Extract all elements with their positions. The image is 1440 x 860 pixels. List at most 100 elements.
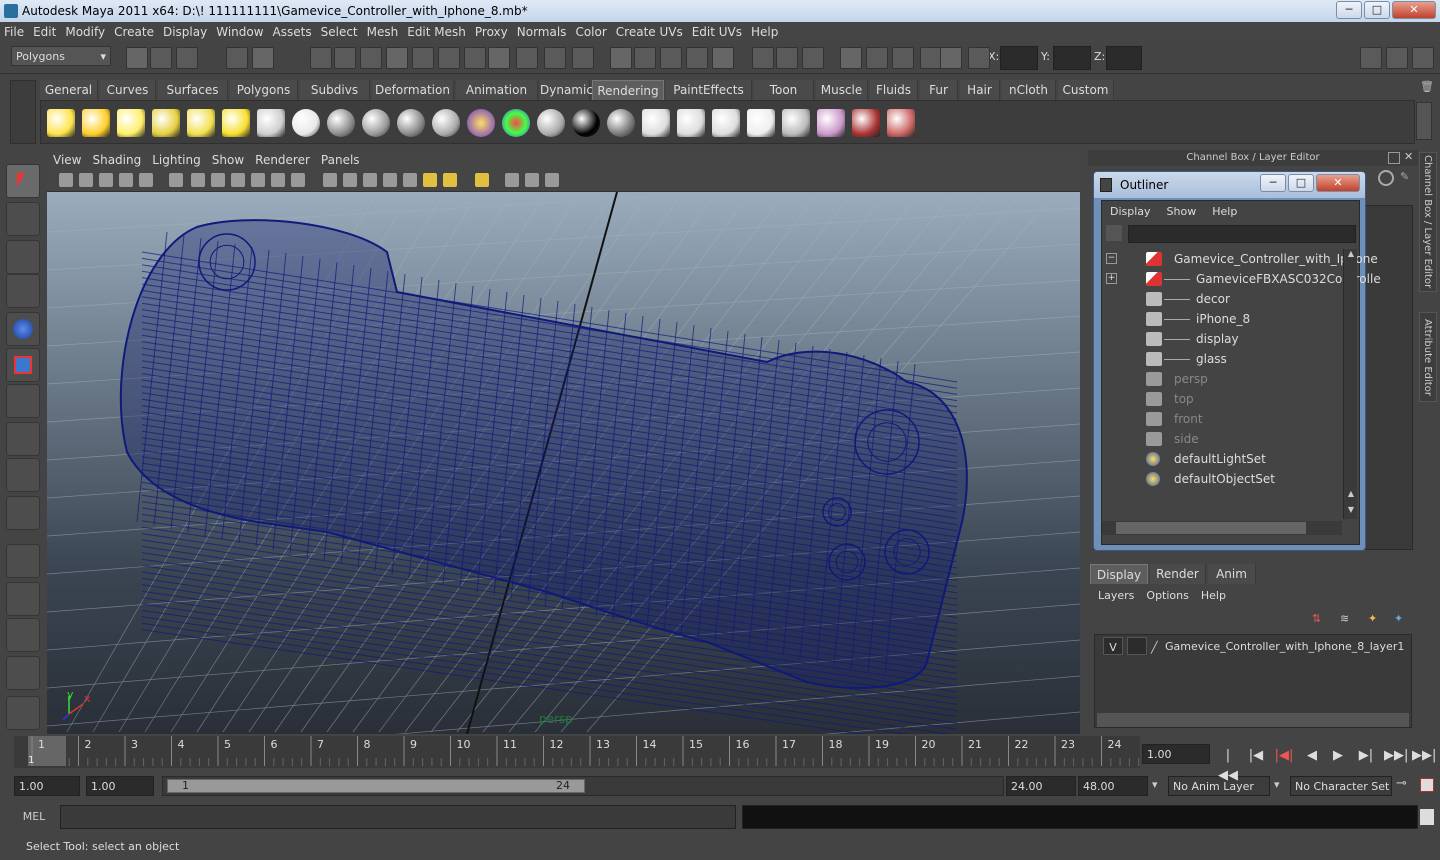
character-set-dropdown[interactable]: No Character Set (1290, 776, 1392, 796)
trash-icon[interactable]: 🗑 (1417, 80, 1437, 96)
layer-menu-layers[interactable]: Layers (1094, 586, 1142, 606)
playback-end-field[interactable]: 24.00 (1006, 776, 1076, 796)
outliner-hscroll[interactable] (1102, 521, 1342, 535)
status-tool-button-19[interactable] (660, 47, 682, 69)
shelf-tab-toon[interactable]: Toon (754, 80, 814, 100)
use-background-icon[interactable] (607, 109, 635, 137)
layer-row[interactable]: V ╱ Gamevice_Controller_with_Iphone_8_la… (1099, 637, 1415, 657)
camera-icon[interactable] (257, 109, 285, 137)
viewport-tool-icon-10[interactable] (251, 173, 265, 187)
shelf-tab-muscle[interactable]: Muscle (816, 80, 868, 100)
status-tool-button-17[interactable] (610, 47, 632, 69)
z-input[interactable] (1106, 46, 1142, 70)
new-layer-selected-icon[interactable]: ✦ (1394, 612, 1412, 628)
layer-tab-anim[interactable]: Anim (1208, 564, 1256, 584)
play-backward-button[interactable]: ◀ (1302, 746, 1322, 766)
shelf-tab-animation[interactable]: Animation (456, 80, 538, 100)
float-panel-icon[interactable] (1388, 152, 1400, 164)
command-input[interactable] (60, 805, 736, 829)
menu-assets[interactable]: Assets (269, 22, 317, 42)
outliner-item[interactable]: decor (1102, 289, 1342, 309)
viewport-tool-icon-21[interactable] (505, 173, 519, 187)
outliner-title-bar[interactable]: Outliner ─ □ ✕ (1094, 172, 1365, 198)
viewport-tool-icon-2[interactable] (79, 173, 93, 187)
play-forward-button[interactable]: ▶ (1328, 746, 1348, 766)
area-light-icon[interactable] (82, 109, 110, 137)
status-tool-button-26[interactable] (866, 47, 888, 69)
menu-normals[interactable]: Normals (513, 22, 572, 42)
hypershade-layout-button[interactable] (6, 696, 40, 730)
menu-create[interactable]: Create (110, 22, 159, 42)
shelf-tab-dynamics[interactable]: Dynamics (540, 80, 599, 100)
layer-menu-options[interactable]: Options (1142, 586, 1196, 606)
status-tool-button-16[interactable] (572, 47, 594, 69)
status-tool-button-7[interactable] (334, 47, 356, 69)
playback-start-field[interactable]: 1.00 (86, 776, 154, 796)
side-tab-channel-box[interactable]: Channel Box / Layer Editor (1419, 152, 1437, 292)
outliner-item[interactable]: iPhone_8 (1102, 309, 1342, 329)
viewport-tool-icon-23[interactable] (545, 173, 559, 187)
menu-edit-uvs[interactable]: Edit UVs (688, 22, 747, 42)
ambient-light-icon[interactable] (222, 109, 250, 137)
viewport-menu-shading[interactable]: Shading (86, 150, 146, 170)
ipr-render-icon[interactable] (712, 109, 740, 137)
shelf-tab-polygons[interactable]: Polygons (230, 80, 298, 100)
viewport-tool-icon-20[interactable] (475, 173, 489, 187)
viewport-tool-icon-8[interactable] (211, 173, 225, 187)
outliner-search-input[interactable] (1128, 225, 1356, 243)
outliner-maximize-button[interactable]: □ (1288, 174, 1314, 192)
phong-sphere-icon[interactable] (362, 109, 390, 137)
status-tool-button-29[interactable] (940, 47, 962, 69)
move-layer-up-icon[interactable]: ⇅ (1312, 612, 1330, 628)
last-tool-button[interactable] (6, 496, 40, 530)
status-tool-button-12[interactable] (464, 47, 486, 69)
layer-hscroll[interactable] (1097, 713, 1409, 727)
outliner-item[interactable]: − Gamevice_Controller_with_Iphone (1102, 249, 1378, 269)
command-language-toggle[interactable]: MEL (14, 809, 54, 825)
lambert-sphere-icon[interactable] (292, 109, 320, 137)
batch-render-icon[interactable] (852, 109, 880, 137)
viewport-tool-icon-5[interactable] (139, 173, 153, 187)
script-editor-icon[interactable] (1420, 809, 1434, 825)
menu-select[interactable]: Select (317, 22, 363, 42)
scroll-up-icon-lower[interactable]: ▲ (1345, 489, 1357, 501)
shelf-tab-general[interactable]: General (40, 80, 98, 100)
channel-box-toggle-button[interactable] (1360, 47, 1382, 69)
close-panel-icon[interactable]: ✕ (1404, 150, 1416, 164)
outliner-item[interactable]: + GameviceFBXASC032Controlle (1102, 269, 1381, 289)
render-view-icon[interactable] (642, 109, 670, 137)
outliner-item[interactable]: persp (1102, 369, 1342, 389)
viewport-tool-icon-1[interactable] (59, 173, 73, 187)
status-tool-button-14[interactable] (516, 47, 538, 69)
outliner-hscroll-thumb[interactable] (1116, 522, 1306, 534)
status-tool-button-6[interactable] (310, 47, 332, 69)
viewport-tool-icon-9[interactable] (231, 173, 245, 187)
surface-shader-gray-icon[interactable] (537, 109, 565, 137)
menu-window[interactable]: Window (212, 22, 268, 42)
shelf-tab-fur[interactable]: Fur (920, 80, 958, 100)
directional-light-icon[interactable] (152, 109, 180, 137)
status-tool-button-10[interactable] (412, 47, 434, 69)
shelf-menu-button[interactable] (10, 80, 36, 144)
menu-mesh[interactable]: Mesh (363, 22, 404, 42)
viewport-tool-icon-7[interactable] (191, 173, 205, 187)
menu-modify[interactable]: Modify (61, 22, 110, 42)
current-time-field[interactable]: 1.00 (1142, 744, 1210, 764)
paint-canvas-icon[interactable] (887, 109, 915, 137)
viewport-menu-show[interactable]: Show (206, 150, 249, 170)
close-button[interactable]: ✕ (1392, 1, 1436, 19)
render-settings-icon[interactable] (747, 109, 775, 137)
viewport-tool-icon-19[interactable] (443, 173, 457, 187)
expand-icon[interactable]: + (1106, 273, 1117, 284)
status-tool-button-4[interactable] (226, 47, 248, 69)
menu-proxy[interactable]: Proxy (471, 22, 513, 42)
point-light-icon[interactable] (117, 109, 145, 137)
outliner-minimize-button[interactable]: ─ (1260, 174, 1286, 192)
range-thumb[interactable]: 1 24 (167, 779, 585, 793)
outliner-item[interactable]: front (1102, 409, 1342, 429)
step-forward-frame-button[interactable]: ▶| (1356, 746, 1376, 766)
animation-end-field[interactable]: 48.00 (1078, 776, 1148, 796)
viewport-menu-renderer[interactable]: Renderer (249, 150, 315, 170)
layer-tab-display[interactable]: Display (1090, 564, 1148, 584)
key-icon[interactable]: ⊸ (1396, 776, 1407, 791)
